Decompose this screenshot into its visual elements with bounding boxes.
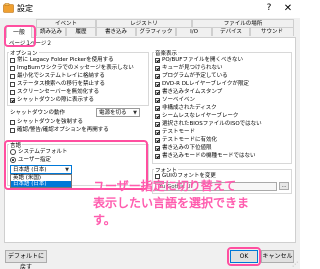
- warning-checkbox[interactable]: [155, 106, 160, 111]
- annotation-line-2: 表示したい言語を選択できます。: [93, 196, 250, 227]
- warning-label: 選択されたBIOSファイルのISOではない: [162, 121, 262, 127]
- force-shutdown-label: シャットダウンを強制する: [17, 119, 84, 125]
- tab-read[interactable]: 読み込み: [36, 27, 66, 36]
- warning-checkbox[interactable]: [155, 138, 160, 143]
- warning-checkbox[interactable]: [155, 114, 160, 119]
- warning-label: テストモードに有効化: [162, 137, 218, 143]
- shutdown-display-checkbox[interactable]: [10, 98, 15, 103]
- warning-checkbox[interactable]: [155, 98, 160, 103]
- app-icon: [3, 3, 14, 13]
- restore-warnings-label: 確認/警告/確認オプションを再開する: [17, 127, 109, 133]
- cancel-button[interactable]: キャンセル: [261, 250, 294, 263]
- shutdown-display-label: シャットダウンの際に表示する: [17, 97, 95, 103]
- warning-label: ソーベイベン: [162, 97, 196, 103]
- resize-grip-icon[interactable]: ⋰: [292, 261, 299, 268]
- tray-checkbox[interactable]: [10, 74, 15, 79]
- annotation-callout: ユーザー指定に切り替えて 表示したい言語を選択できます。: [93, 178, 263, 229]
- warning-label: 書き込みモードの機種モードではない: [162, 153, 256, 159]
- warning-label: 非構成されたディスク: [162, 105, 217, 111]
- force-shutdown-checkbox[interactable]: [10, 120, 15, 125]
- warning-checkbox[interactable]: [155, 58, 160, 63]
- warning-checkbox[interactable]: [155, 154, 160, 159]
- warnings-group-title: 音楽表示: [154, 49, 179, 57]
- restore-warnings-checkbox[interactable]: [10, 128, 15, 133]
- tab-devices[interactable]: デバイス: [212, 27, 250, 36]
- legacy-folder-picker-label: 常に Legacy Folder Pickerを使用する: [17, 57, 114, 63]
- tab-registry[interactable]: レジストリ: [96, 19, 192, 27]
- warning-checkbox[interactable]: [155, 130, 160, 135]
- general-tab-highlight: [4, 25, 36, 47]
- message-label: ImgBurnワシクラでのメッセージを表示しない: [17, 65, 134, 71]
- tab-history[interactable]: 履歴: [66, 27, 96, 36]
- font-browse-button[interactable]: ...: [279, 182, 289, 190]
- settings-dialog: 設定 ? ✕ イベント レジストリ ファイルの場所 読み込み 履歴 書き込み グ…: [0, 0, 300, 269]
- restore-defaults-button[interactable]: デフォルトに戻す: [5, 250, 47, 269]
- chevron-down-icon: ▼: [133, 110, 137, 116]
- warning-checkbox[interactable]: [155, 66, 160, 71]
- tray-label: 最小化でシステムトレイに格納する: [17, 73, 105, 79]
- tab-file-locations[interactable]: ファイルの場所: [192, 19, 294, 27]
- tab-io[interactable]: I/O: [176, 27, 212, 36]
- warning-checkbox[interactable]: [155, 82, 160, 87]
- warning-label: プログラムが予定している: [162, 73, 228, 79]
- warning-checkbox[interactable]: [155, 74, 160, 79]
- close-button[interactable]: ✕: [280, 2, 296, 15]
- message-checkbox[interactable]: [10, 66, 15, 71]
- tab-sound[interactable]: サウンド: [250, 27, 294, 36]
- screensaver-checkbox[interactable]: [10, 90, 15, 95]
- help-button[interactable]: ?: [262, 2, 276, 15]
- title-bar: 設定 ? ✕: [0, 0, 300, 18]
- status-label: ステータス検索への移行を禁止する: [17, 81, 106, 87]
- warning-label: テストモード: [162, 129, 196, 135]
- screensaver-label: スクリーンセーバーを無効化する: [17, 89, 100, 95]
- tab-graphics[interactable]: グラフィック: [136, 27, 176, 36]
- warning-label: PO/BUFファイルを開くべきない: [162, 57, 243, 63]
- tab-write[interactable]: 書き込み: [96, 27, 136, 36]
- shutdown-action-select[interactable]: 電源を切る ▼: [96, 108, 140, 117]
- legacy-folder-picker-checkbox[interactable]: [10, 58, 15, 63]
- warning-label: キューが見つけられない: [162, 65, 223, 71]
- shutdown-action-value: 電源を切る: [99, 110, 127, 116]
- warning-checkbox[interactable]: [155, 90, 160, 95]
- warning-label: シームレスなレイヤーブレーク: [162, 113, 239, 119]
- warning-label: 書き込みタイムスタンプ: [162, 89, 223, 95]
- options-group-title: オプション: [9, 49, 39, 57]
- ok-button-highlight: [227, 247, 261, 266]
- warning-checkbox[interactable]: [155, 122, 160, 127]
- warning-label: 書き込みの下位値限: [162, 145, 212, 151]
- warning-checkbox[interactable]: [155, 146, 160, 151]
- warning-label: DVD-R DLレイヤーブレイクが限定: [162, 81, 249, 87]
- tab-events[interactable]: イベント: [36, 19, 96, 27]
- annotation-line-1: ユーザー指定に切り替えて: [93, 179, 237, 193]
- shutdown-action-label: シャットダウンの動作: [10, 110, 66, 116]
- window-title: 設定: [17, 4, 33, 13]
- status-checkbox[interactable]: [10, 82, 15, 87]
